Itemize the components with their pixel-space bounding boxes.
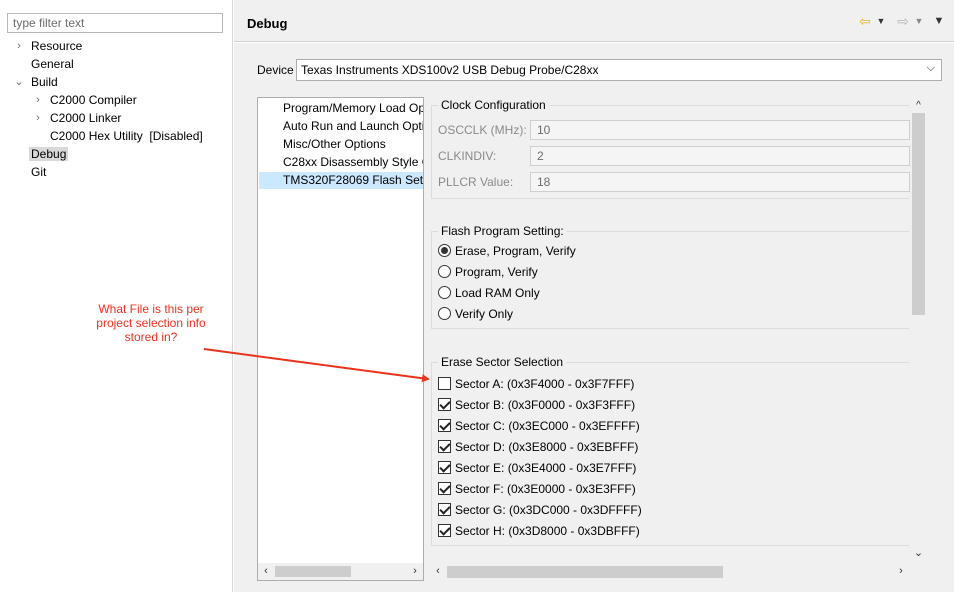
list-item-disassembly-style[interactable]: C28xx Disassembly Style Options — [259, 154, 423, 171]
checkbox-sector-f[interactable]: Sector F: (0x3E0000 - 0x3E3FFF) — [438, 481, 636, 498]
debug-category-list[interactable]: Program/Memory Load Options Auto Run and… — [257, 97, 424, 581]
pllcr-label: PLLCR Value: — [438, 175, 514, 189]
forward-menu-icon[interactable]: ▼ — [914, 13, 924, 29]
radio-erase-program-verify[interactable]: Erase, Program, Verify — [438, 243, 576, 260]
checkbox-sector-h[interactable]: Sector H: (0x3D8000 - 0x3DBFFF) — [438, 523, 640, 540]
checkbox-sector-d[interactable]: Sector D: (0x3E8000 - 0x3EBFFF) — [438, 439, 638, 456]
checkbox-checked-icon[interactable] — [438, 419, 451, 432]
tree-item-resource[interactable]: Resource — [31, 38, 82, 55]
erase-sector-selection-group: Erase Sector Selection Sector A: (0x3F40… — [431, 355, 909, 546]
checkbox-checked-icon[interactable] — [438, 461, 451, 474]
checkbox-sector-g[interactable]: Sector G: (0x3DC000 - 0x3DFFFF) — [438, 502, 642, 519]
checkbox-sector-e[interactable]: Sector E: (0x3E4000 - 0x3E7FFF) — [438, 460, 636, 477]
scroll-left-icon[interactable]: ‹ — [431, 563, 445, 580]
scroll-up-icon[interactable]: ^ — [911, 97, 926, 114]
preferences-tree-panel: › Resource General ⌄ Build › C2000 Compi… — [0, 0, 233, 592]
collapse-build-icon[interactable]: ⌄ — [14, 74, 24, 91]
radio-icon[interactable] — [438, 307, 451, 320]
oscclk-field[interactable]: 10 — [530, 120, 910, 140]
expand-resource-icon[interactable]: › — [14, 38, 24, 55]
radio-program-verify[interactable]: Program, Verify — [438, 264, 538, 281]
tree-item-git[interactable]: Git — [31, 164, 46, 181]
scroll-right-icon[interactable]: › — [408, 563, 422, 580]
scroll-left-icon[interactable]: ‹ — [259, 563, 273, 580]
expand-linker-icon[interactable]: › — [33, 110, 43, 127]
scrollbar-thumb[interactable] — [912, 113, 925, 315]
forward-arrow-icon[interactable]: ⇨ — [894, 13, 912, 29]
scroll-right-icon[interactable]: › — [894, 563, 908, 580]
settings-vertical-scrollbar[interactable]: ^ ⌄ — [910, 97, 927, 563]
scrollbar-thumb[interactable] — [275, 566, 351, 577]
checkbox-checked-icon[interactable] — [438, 440, 451, 453]
page-body: Device Texas Instruments XDS100v2 USB De… — [234, 43, 954, 592]
chevron-down-icon: ⌵ — [926, 62, 935, 74]
group-title: Clock Configuration — [438, 98, 549, 112]
list-item-misc-other[interactable]: Misc/Other Options — [259, 136, 423, 153]
radio-verify-only[interactable]: Verify Only — [438, 306, 513, 323]
radio-load-ram-only[interactable]: Load RAM Only — [438, 285, 540, 302]
device-label: Device — [257, 63, 294, 77]
view-menu-icon[interactable]: ▼ — [933, 13, 945, 29]
radio-selected-icon[interactable] — [438, 244, 451, 257]
expand-compiler-icon[interactable]: › — [33, 92, 43, 109]
flash-settings-pane: Clock Configuration OSCCLK (MHz): 10 CLK… — [430, 97, 910, 563]
checkbox-checked-icon[interactable] — [438, 398, 451, 411]
annotation-note: What File is this per project selection … — [96, 302, 206, 344]
tree-item-c2000-compiler[interactable]: C2000 Compiler — [50, 92, 137, 109]
back-arrow-icon[interactable]: ⇦ — [856, 13, 874, 29]
scrollbar-thumb[interactable] — [447, 566, 723, 578]
list-horizontal-scrollbar[interactable]: ‹ › — [258, 563, 423, 580]
tree-item-c2000-hex-utility[interactable]: C2000 Hex Utility [Disabled] — [50, 128, 203, 145]
radio-icon[interactable] — [438, 286, 451, 299]
clkindiv-label: CLKINDIV: — [438, 149, 497, 163]
device-select-value: Texas Instruments XDS100v2 USB Debug Pro… — [301, 63, 599, 77]
group-title: Flash Program Setting: — [438, 224, 567, 238]
flash-program-setting-group: Flash Program Setting: Erase, Program, V… — [431, 224, 909, 329]
list-item-program-memory-load[interactable]: Program/Memory Load Options — [259, 100, 423, 117]
page-title: Debug — [247, 16, 288, 31]
tree-item-general[interactable]: General — [31, 56, 74, 73]
checkbox-checked-icon[interactable] — [438, 503, 451, 516]
checkbox-sector-b[interactable]: Sector B: (0x3F0000 - 0x3F3FFF) — [438, 397, 635, 414]
checkbox-checked-icon[interactable] — [438, 524, 451, 537]
checkbox-checked-icon[interactable] — [438, 482, 451, 495]
settings-horizontal-scrollbar[interactable]: ‹ › — [430, 563, 910, 581]
oscclk-label: OSCCLK (MHz): — [438, 123, 527, 137]
scroll-down-icon[interactable]: ⌄ — [911, 545, 926, 562]
group-title: Erase Sector Selection — [438, 355, 567, 369]
checkbox-icon[interactable] — [438, 377, 451, 390]
list-item-flash-settings[interactable]: TMS320F28069 Flash Settings — [259, 172, 423, 189]
clkindiv-field[interactable]: 2 — [530, 146, 910, 166]
list-item-auto-run-launch[interactable]: Auto Run and Launch Options — [259, 118, 423, 135]
tree-item-c2000-linker[interactable]: C2000 Linker — [50, 110, 121, 127]
checkbox-sector-a[interactable]: Sector A: (0x3F4000 - 0x3F7FFF) — [438, 376, 634, 393]
checkbox-sector-c[interactable]: Sector C: (0x3EC000 - 0x3EFFFF) — [438, 418, 640, 435]
tree-item-debug[interactable]: Debug — [29, 146, 69, 163]
tree-item-build[interactable]: Build — [31, 74, 58, 91]
back-menu-icon[interactable]: ▼ — [876, 13, 886, 29]
page-header: Debug ⇦ ▼ ⇨ ▼ ▼ — [234, 0, 954, 42]
pllcr-field[interactable]: 18 — [530, 172, 910, 192]
filter-input[interactable] — [7, 13, 223, 33]
device-select[interactable]: Texas Instruments XDS100v2 USB Debug Pro… — [296, 59, 942, 81]
debug-properties-page: Debug ⇦ ▼ ⇨ ▼ ▼ Device Texas Instruments… — [234, 0, 954, 592]
radio-icon[interactable] — [438, 265, 451, 278]
clock-configuration-group: Clock Configuration OSCCLK (MHz): 10 CLK… — [431, 98, 910, 199]
